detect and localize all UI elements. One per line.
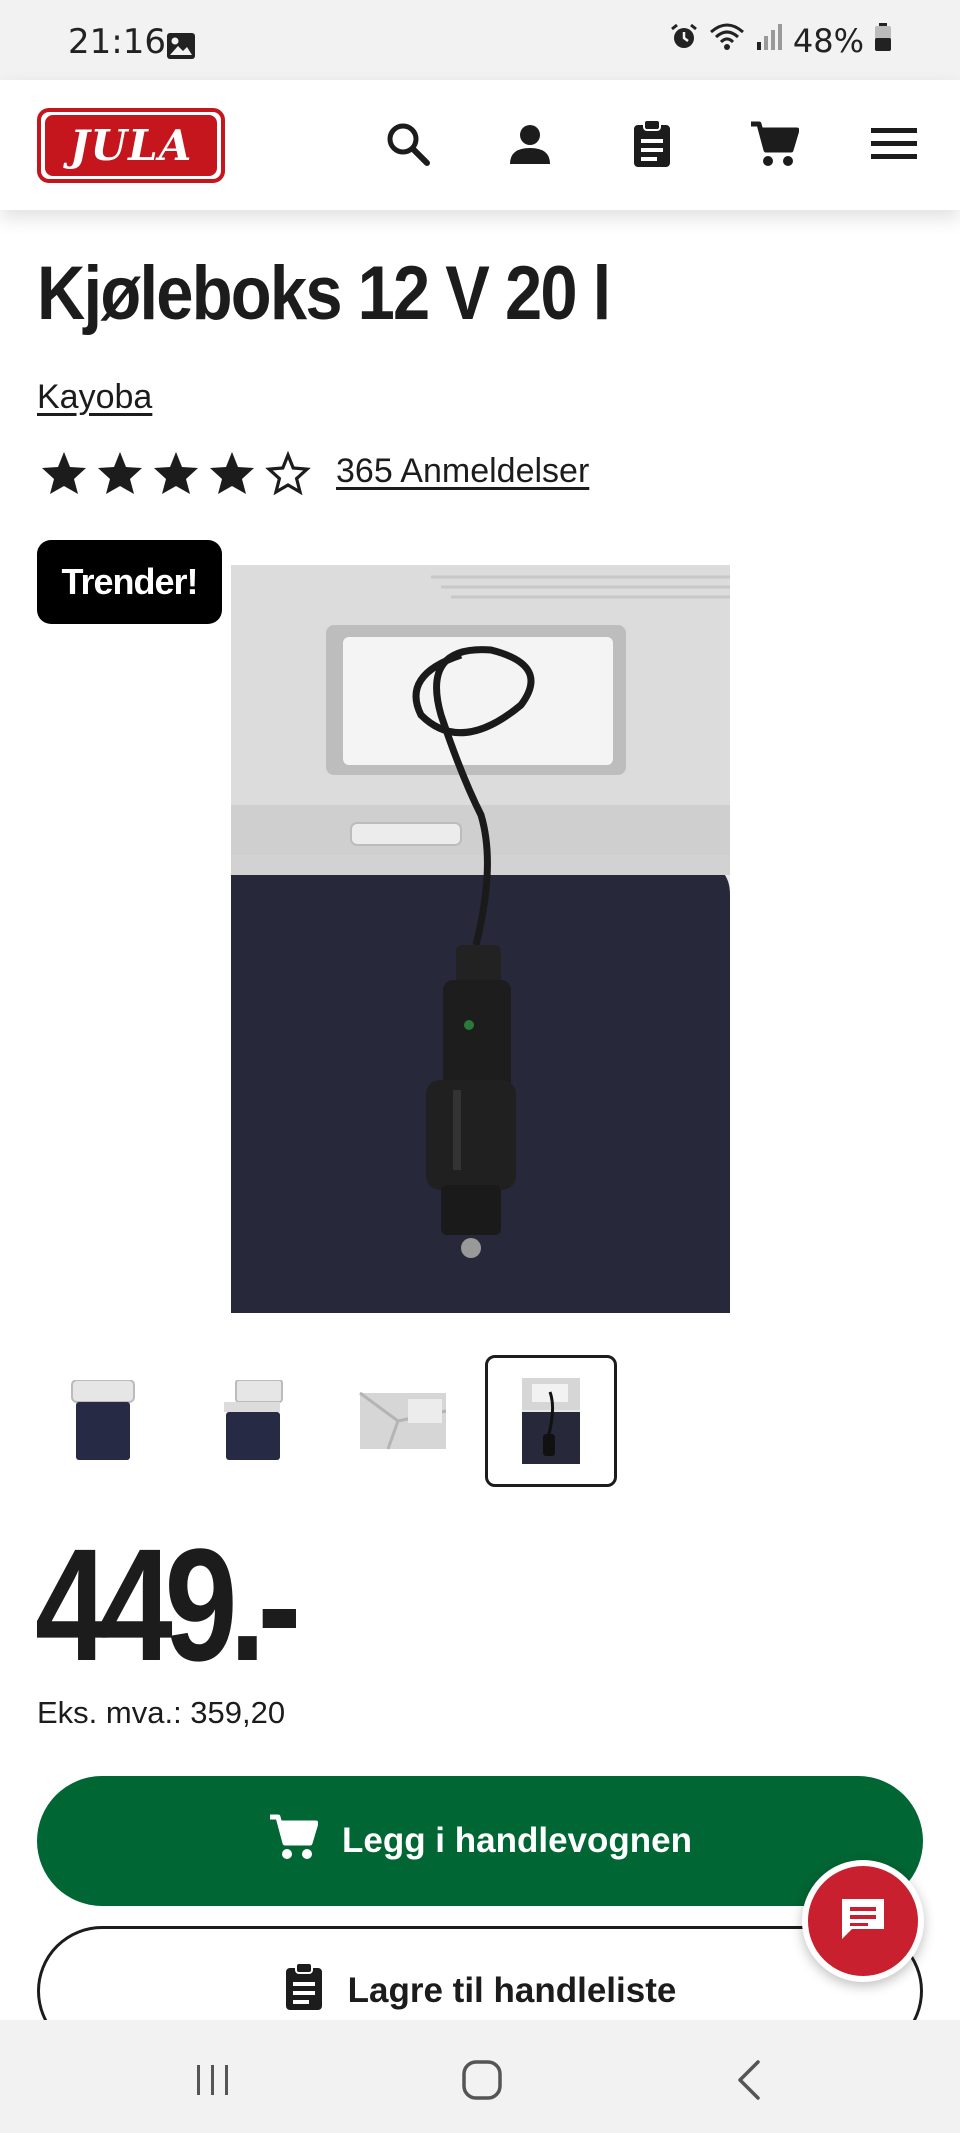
logo-text: JULA	[69, 121, 193, 170]
trend-badge: Trender!	[37, 540, 222, 624]
chat-icon	[838, 1895, 888, 1948]
signal-icon	[755, 22, 783, 60]
recent-apps-icon[interactable]	[183, 2050, 243, 2110]
alarm-icon	[669, 22, 699, 60]
menu-icon[interactable]	[864, 114, 924, 174]
status-time: 21:16	[68, 22, 166, 62]
shopping-list-icon[interactable]	[622, 114, 682, 174]
thumbnail-cooler-open[interactable]	[187, 1355, 319, 1487]
status-bar: 21:16 48%	[0, 0, 960, 80]
cart-icon	[268, 1813, 319, 1870]
home-icon[interactable]	[452, 2050, 512, 2110]
jula-logo[interactable]: JULA	[37, 108, 225, 183]
rating-stars	[40, 450, 312, 501]
star-outline-icon	[264, 450, 312, 501]
battery-label: 48%	[792, 22, 864, 60]
thumbnail-cooler-closed[interactable]	[37, 1355, 169, 1487]
reviews-link[interactable]: 365 Anmeldelser	[336, 452, 589, 491]
product-title: Kjøleboks 12 V 20 l	[37, 251, 611, 336]
account-icon[interactable]	[500, 114, 560, 174]
star-filled-icon	[96, 450, 144, 501]
star-filled-icon	[208, 450, 256, 501]
cart-icon[interactable]	[744, 114, 804, 174]
star-filled-icon	[40, 450, 88, 501]
chat-button[interactable]	[802, 1860, 924, 1982]
price: 449.-	[35, 1515, 301, 1694]
brand-link[interactable]: Kayoba	[37, 378, 152, 417]
site-header: JULA	[0, 80, 960, 210]
add-to-cart-button[interactable]: Legg i handlevognen	[37, 1776, 923, 1906]
status-indicators: 48%	[669, 22, 892, 60]
thumbnail-cooler-cable[interactable]	[485, 1355, 617, 1487]
add-to-cart-label: Legg i handlevognen	[341, 1821, 693, 1860]
star-filled-icon	[152, 450, 200, 501]
shopping-list-icon	[284, 1961, 324, 2021]
image-icon	[166, 32, 196, 65]
system-nav-bar	[0, 2020, 960, 2133]
thumbnail-strip	[37, 1355, 637, 1487]
price-excl-vat: Eks. mva.: 359,20	[37, 1695, 286, 1730]
back-icon[interactable]	[720, 2050, 780, 2110]
product-image[interactable]	[231, 565, 730, 1313]
save-to-list-label: Lagre til handleliste	[347, 1971, 677, 2010]
battery-icon	[874, 22, 892, 60]
wifi-icon	[709, 22, 745, 60]
thumbnail-cooler-interior[interactable]	[337, 1355, 469, 1487]
search-icon[interactable]	[378, 114, 438, 174]
